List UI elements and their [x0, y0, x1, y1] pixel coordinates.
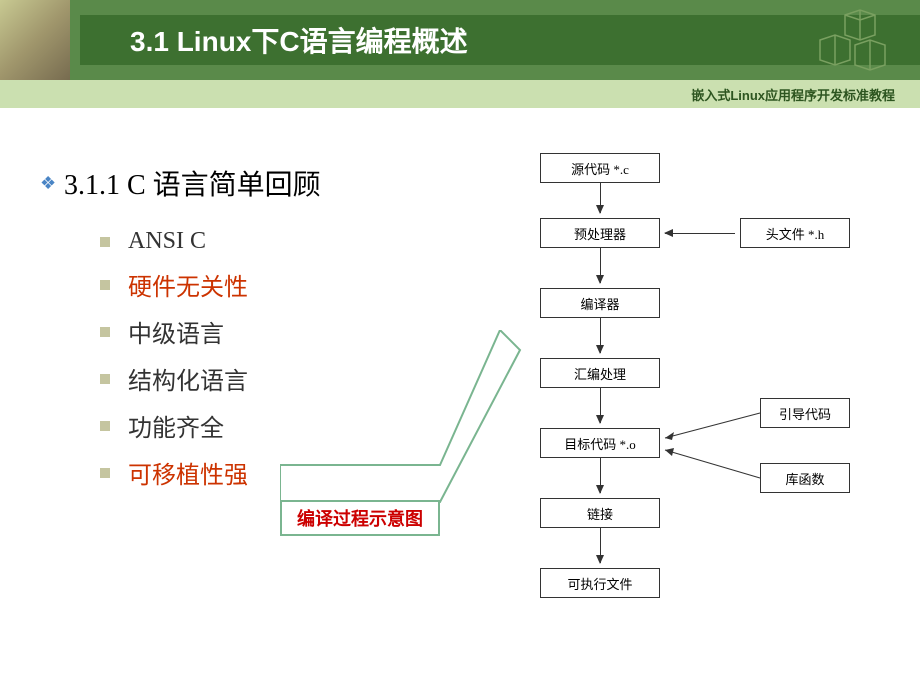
course-name: 嵌入式Linux应用程序开发标准教程	[691, 85, 895, 104]
arrow-down-icon	[600, 183, 601, 213]
flow-label: 链接	[587, 504, 613, 523]
list-item: 硬件无关性	[100, 267, 460, 302]
bullet-text: 硬件无关性	[128, 267, 248, 302]
flow-box-bootcode: 引导代码	[760, 398, 850, 428]
left-column: ❖ 3.1.1 C 语言简单回顾 ANSI C 硬件无关性 中级语言 结构化语言	[40, 138, 460, 670]
slide-header: 3.1 Linux下C语言编程概述	[0, 0, 920, 80]
flow-label: 库函数	[785, 469, 824, 488]
flow-label: 编译器	[580, 294, 619, 313]
bullet-text: 中级语言	[128, 314, 224, 349]
slide-content: ❖ 3.1.1 C 语言简单回顾 ANSI C 硬件无关性 中级语言 结构化语言	[0, 108, 920, 690]
list-item: 结构化语言	[100, 361, 460, 396]
flow-box-source: 源代码 *.c	[540, 153, 660, 183]
flow-label: 预处理器	[574, 224, 626, 243]
flow-label: 可执行文件	[567, 574, 632, 593]
flow-box-libfunc: 库函数	[760, 463, 850, 493]
callout-box: 编译过程示意图	[280, 500, 440, 536]
square-bullet-icon	[100, 374, 110, 384]
arrow-down-icon	[600, 318, 601, 353]
flow-box-object: 目标代码 *.o	[540, 428, 660, 458]
square-bullet-icon	[100, 421, 110, 431]
flow-box-compiler: 编译器	[540, 288, 660, 318]
slant-arrows	[460, 138, 880, 638]
diamond-bullet-icon: ❖	[40, 175, 56, 191]
list-item: 可移植性强	[100, 455, 460, 490]
flow-box-header: 头文件 *.h	[740, 218, 850, 248]
flow-label: 引导代码	[779, 404, 831, 423]
flow-box-assembler: 汇编处理	[540, 358, 660, 388]
flow-label: 头文件 *.h	[766, 224, 825, 243]
list-item: 中级语言	[100, 314, 460, 349]
arrow-down-icon	[600, 528, 601, 563]
square-bullet-icon	[100, 327, 110, 337]
section-title-text: 3.1.1 C 语言简单回顾	[64, 163, 321, 203]
slide-title: 3.1 Linux下C语言编程概述	[130, 20, 468, 60]
cube-decoration-icon	[800, 5, 900, 75]
arrow-down-icon	[600, 248, 601, 283]
flow-box-executable: 可执行文件	[540, 568, 660, 598]
bullet-text: 可移植性强	[128, 455, 248, 490]
list-item: 功能齐全	[100, 408, 460, 443]
flow-box-linker: 链接	[540, 498, 660, 528]
callout-label: 编译过程示意图	[297, 505, 423, 531]
square-bullet-icon	[100, 280, 110, 290]
arrow-left-icon	[665, 233, 735, 234]
flow-label: 汇编处理	[574, 364, 626, 383]
list-item: ANSI C	[100, 228, 460, 255]
flow-label: 目标代码 *.o	[564, 434, 636, 453]
flow-box-preprocess: 预处理器	[540, 218, 660, 248]
square-bullet-icon	[100, 237, 110, 247]
header-title-bar: 3.1 Linux下C语言编程概述	[80, 15, 920, 65]
arrow-down-icon	[600, 388, 601, 423]
flowchart-diagram: 源代码 *.c 预处理器 头文件 *.h 编译器 汇编处理 目标代码 *.o	[460, 138, 880, 670]
flow-label: 源代码 *.c	[571, 159, 629, 178]
bullet-text: 功能齐全	[128, 408, 224, 443]
square-bullet-icon	[100, 468, 110, 478]
arrow-down-icon	[600, 458, 601, 493]
bullet-text: ANSI C	[128, 228, 206, 255]
sub-header-bar: 嵌入式Linux应用程序开发标准教程	[0, 80, 920, 108]
bullet-list: ANSI C 硬件无关性 中级语言 结构化语言 功能齐全 可移植性强	[40, 228, 460, 490]
section-heading: ❖ 3.1.1 C 语言简单回顾	[40, 163, 460, 203]
header-left-decoration	[0, 0, 70, 80]
bullet-text: 结构化语言	[128, 361, 248, 396]
